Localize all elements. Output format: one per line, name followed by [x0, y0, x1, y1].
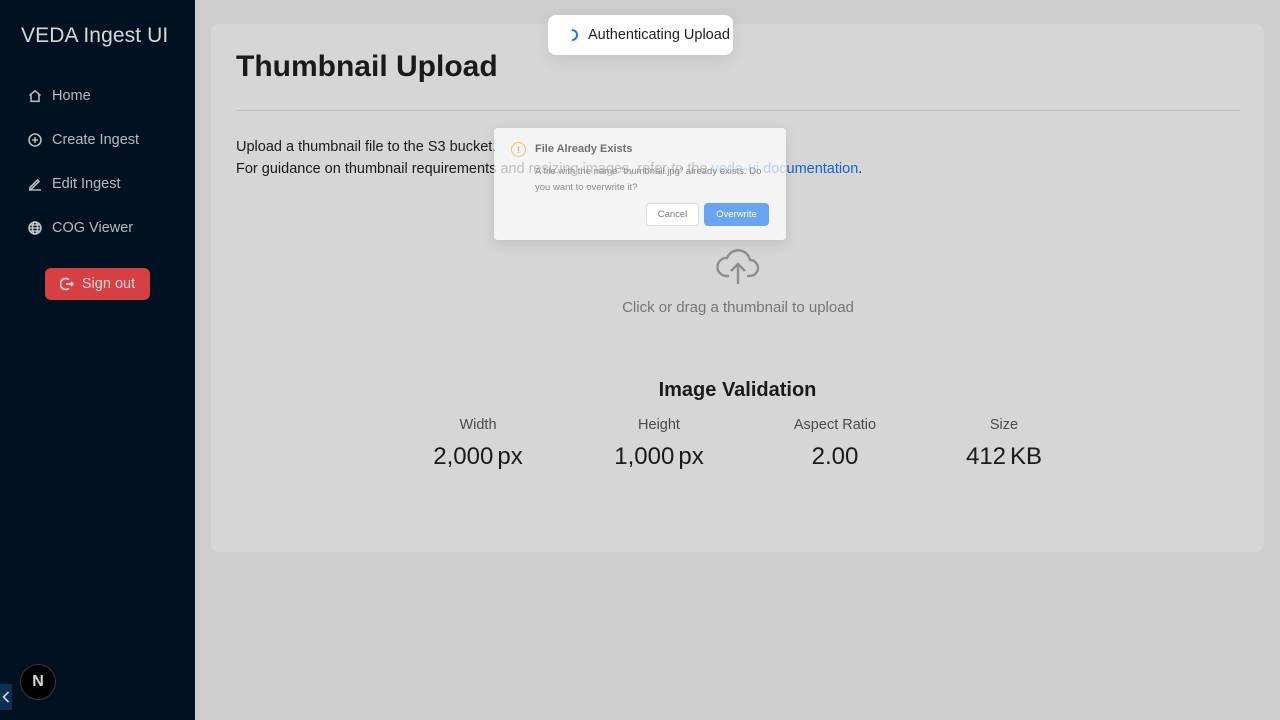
toast-text: Authenticating Upload [588, 27, 730, 43]
cancel-button[interactable]: Cancel [646, 203, 699, 226]
modal-body: A file with the name "thumbnail.jpg" alr… [535, 166, 762, 193]
file-exists-modal: ! File Already Exists A file with the na… [494, 128, 786, 240]
modal-mask[interactable] [0, 0, 1280, 720]
modal-title: File Already Exists [535, 143, 633, 155]
warning-icon: ! [511, 142, 526, 157]
loading-spinner-icon [571, 29, 578, 41]
upload-toast: Authenticating Upload [548, 15, 733, 55]
overwrite-button[interactable]: Overwrite [704, 203, 769, 226]
